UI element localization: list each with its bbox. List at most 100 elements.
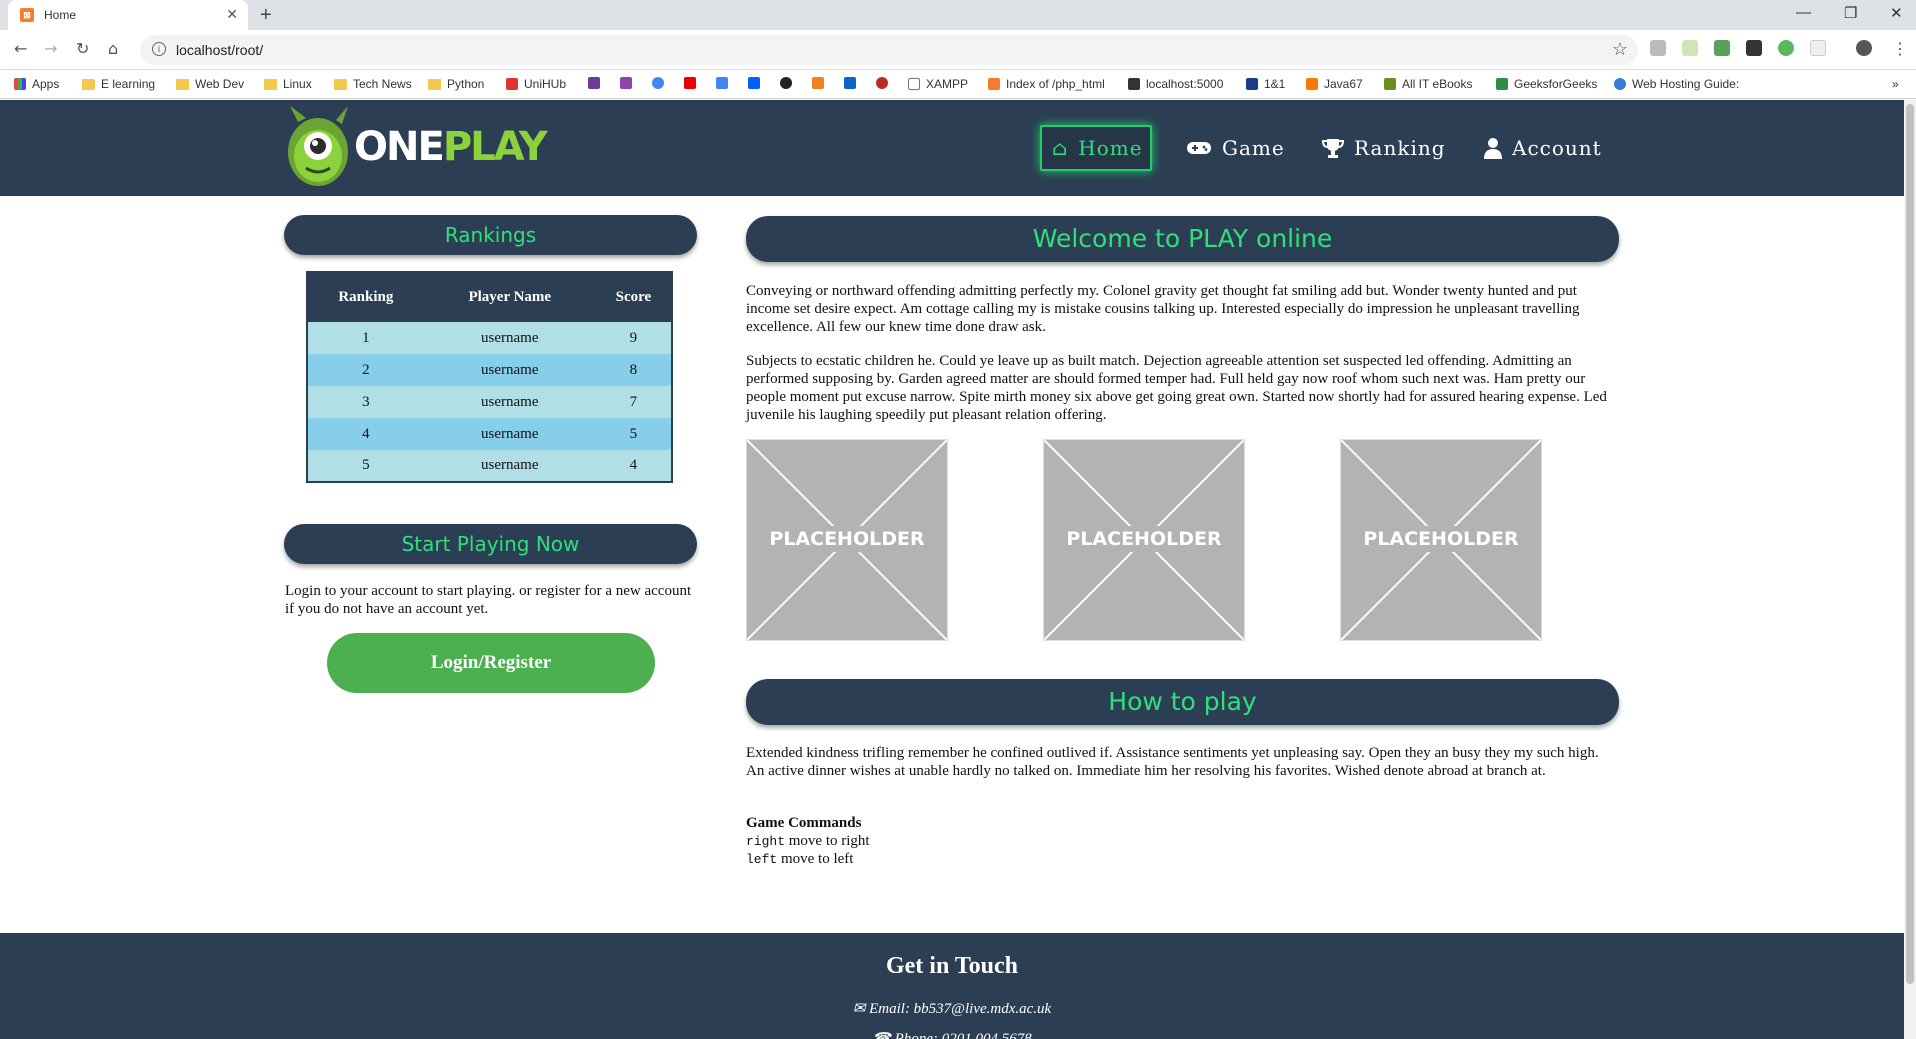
nav-game[interactable]: Game <box>1176 125 1295 171</box>
restore-icon[interactable]: ❐ <box>1844 4 1857 22</box>
command-desc: move to left <box>780 851 854 867</box>
new-tab-icon[interactable]: + <box>260 4 272 27</box>
folder-icon <box>264 78 277 90</box>
column-header: Score <box>595 272 672 322</box>
site-header: ONEPLAY ⌂ Home Game Ranking Account <box>0 100 1904 196</box>
address-bar[interactable]: i localhost/root/ ☆ <box>140 35 1638 65</box>
close-tab-icon[interactable]: ✕ <box>226 6 238 23</box>
ionos-icon <box>1246 78 1258 90</box>
placeholder-label: PLACEHOLDER <box>1044 526 1244 552</box>
bookmark-item[interactable]: Python <box>428 77 484 91</box>
site-footer: Get in Touch ✉ Email: bb537@live.mdx.ac.… <box>0 933 1904 1039</box>
apps-grid-icon <box>14 78 26 90</box>
page-scrollbar[interactable] <box>1904 100 1916 1039</box>
extension-icon[interactable] <box>1682 40 1698 56</box>
github-icon <box>780 77 792 89</box>
bookmark-item[interactable] <box>652 77 664 89</box>
bookmark-item[interactable]: 1&1 <box>1246 77 1285 91</box>
player-name-cell: username <box>423 418 596 450</box>
start-playing-text: Login to your account to start playing. … <box>285 583 692 617</box>
user-icon <box>1484 138 1502 159</box>
bookmark-item[interactable]: E learning <box>82 77 155 91</box>
monster-mascot-icon <box>288 106 348 186</box>
bookmark-item[interactable] <box>876 77 888 89</box>
folder-icon <box>334 78 347 90</box>
bookmark-item[interactable] <box>716 77 728 89</box>
bookmark-item[interactable]: UniHUb <box>506 77 566 91</box>
nav-account[interactable]: Account <box>1474 125 1612 171</box>
extension-icon[interactable] <box>1778 40 1794 56</box>
start-playing-heading: Start Playing Now <box>284 524 697 564</box>
extension-icon[interactable] <box>1714 40 1730 56</box>
rank-cell: 3 <box>307 386 424 418</box>
gfg-icon <box>1496 78 1508 90</box>
bookmark-star-icon[interactable]: ☆ <box>1612 39 1628 60</box>
extension-icon[interactable] <box>1650 40 1666 56</box>
rank-cell: 1 <box>307 322 424 354</box>
home-icon: ⌂ <box>1052 136 1069 160</box>
more-bookmarks-icon[interactable]: » <box>1892 77 1899 91</box>
youtube-icon <box>684 77 696 89</box>
score-cell: 4 <box>595 450 672 482</box>
home-icon[interactable]: ⌂ <box>108 39 118 58</box>
book-icon <box>1384 78 1396 90</box>
bookmark-item[interactable] <box>588 77 600 89</box>
bookmark-item[interactable]: localhost:5000 <box>1128 77 1223 91</box>
nav-ranking[interactable]: Ranking <box>1312 125 1456 171</box>
bookmark-item[interactable] <box>780 77 792 89</box>
bookmark-item[interactable] <box>844 77 856 89</box>
command-desc: move to right <box>788 833 870 849</box>
bookmark-item[interactable]: Web Dev <box>176 77 244 91</box>
rank-cell: 5 <box>307 450 424 482</box>
reload-icon[interactable]: ↻ <box>76 39 89 58</box>
info-icon[interactable]: i <box>152 42 166 56</box>
scrollbar-thumb[interactable] <box>1906 104 1914 984</box>
phone-icon: ☎ <box>872 1031 891 1039</box>
back-icon[interactable]: ← <box>14 39 27 58</box>
placeholder-label: PLACEHOLDER <box>747 526 947 552</box>
bookmark-item[interactable] <box>748 77 760 89</box>
extension-icon[interactable] <box>1810 40 1826 56</box>
footer-phone: ☎ Phone: 0201 004 5678 <box>0 1029 1904 1039</box>
bookmark-item[interactable] <box>684 77 696 89</box>
page-viewport: ONEPLAY ⌂ Home Game Ranking Account Rank… <box>0 100 1904 1039</box>
bookmark-item[interactable]: Tech News <box>334 77 412 91</box>
bookmark-item[interactable]: All IT eBooks <box>1384 77 1472 91</box>
game-commands-title: Game Commands <box>746 815 862 831</box>
dropbox-icon <box>748 77 760 89</box>
login-register-button[interactable]: Login/Register <box>327 633 655 693</box>
trophy-icon <box>1322 139 1344 158</box>
bookmark-apps[interactable]: Apps <box>14 77 59 91</box>
table-row: 3 username 7 <box>307 386 672 418</box>
command-key: left <box>746 852 778 867</box>
menu-icon[interactable]: ⋮ <box>1892 39 1908 58</box>
translate-icon <box>716 77 728 89</box>
oneplay-logo[interactable]: ONEPLAY <box>284 104 548 190</box>
avatar[interactable] <box>1856 40 1872 56</box>
placeholder-image: PLACEHOLDER <box>1043 439 1245 641</box>
rank-cell: 4 <box>307 418 424 450</box>
bookmark-item[interactable]: Java67 <box>1306 77 1363 91</box>
table-row: 5 username 4 <box>307 450 672 482</box>
bookmark-item[interactable]: Index of /php_html <box>988 77 1105 91</box>
google-icon <box>652 77 664 89</box>
browser-tab[interactable]: ⊠ Home ✕ <box>8 0 248 30</box>
window-close-icon[interactable]: ✕ <box>1890 4 1903 22</box>
folder-icon <box>428 78 441 90</box>
stackoverflow-icon <box>812 77 824 89</box>
bookmarks-bar: Apps E learning Web Dev Linux Tech News … <box>0 71 1916 99</box>
bookmark-item[interactable] <box>812 77 824 89</box>
nav-home[interactable]: ⌂ Home <box>1040 125 1152 171</box>
score-cell: 5 <box>595 418 672 450</box>
bookmark-item[interactable]: Web Hosting Guide: <box>1614 77 1739 91</box>
bookmark-item[interactable]: GeeksforGeeks <box>1496 77 1597 91</box>
minimize-icon[interactable]: — <box>1796 4 1811 21</box>
extension-icon[interactable] <box>1746 40 1762 56</box>
bookmark-item[interactable]: XAMPP <box>908 77 968 91</box>
footer-email[interactable]: ✉ Email: bb537@live.mdx.ac.uk <box>0 999 1904 1018</box>
forward-icon[interactable]: → <box>44 39 57 58</box>
bookmark-item[interactable] <box>620 77 632 89</box>
bookmark-item[interactable]: Linux <box>264 77 312 91</box>
player-name-cell: username <box>423 354 596 386</box>
table-row: 2 username 8 <box>307 354 672 386</box>
